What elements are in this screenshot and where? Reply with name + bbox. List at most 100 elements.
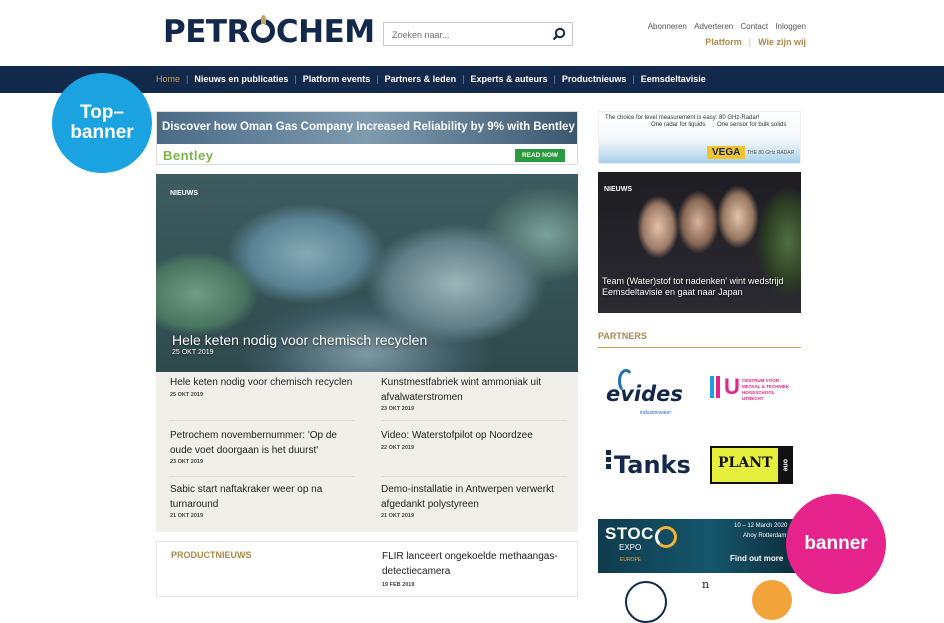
divider <box>381 476 566 477</box>
news-title[interactable]: Demo-installatie in Antwerpen verwerkt a… <box>381 483 566 512</box>
link-inloggen[interactable]: Inloggen <box>775 22 806 31</box>
hu-letter: U <box>724 374 740 399</box>
divider <box>381 420 566 421</box>
nav-eemsdeltavisie[interactable]: Eemsdeltavisie <box>641 74 706 84</box>
product-date: 19 FEB 2019 <box>382 582 415 588</box>
divider: | <box>376 74 379 84</box>
news-date: 22 OKT 2019 <box>381 444 415 451</box>
nav-experts[interactable]: Experts & auteurs <box>470 74 547 84</box>
site-logo[interactable]: PETR CHEM <box>163 14 375 50</box>
divider: | <box>294 74 297 84</box>
news-item[interactable]: Video: Waterstofpilot op Noordzee 22 OKT… <box>381 429 566 451</box>
side-news-article[interactable]: NIEUWS Team (Water)stof tot nadenken' wi… <box>598 172 801 313</box>
read-now-button[interactable]: READ NOW <box>515 149 565 162</box>
divider: | <box>632 74 635 84</box>
news-date: 23 OKT 2019 <box>381 406 415 412</box>
stoc-expo-ad[interactable]: STOC EXPO EUROPE 10 – 12 March 2020 Ahoy… <box>598 519 801 573</box>
nav-productnieuws[interactable]: Productnieuws <box>562 74 627 84</box>
vega-ad[interactable]: The choice for level measurement is easy… <box>598 111 801 164</box>
news-item[interactable]: Sabic start naftakraker weer op na turna… <box>170 483 355 519</box>
partner-logo-round[interactable] <box>625 581 667 623</box>
divider: | <box>186 74 189 84</box>
productnieuws-block: PRODUCTNIEUWS FLIR lanceert ongekoelde m… <box>156 541 578 597</box>
news-item[interactable]: Kunstmestfabriek wint ammoniak uit afval… <box>381 376 566 412</box>
news-date: 25 OKT 2019 <box>170 391 204 398</box>
top-banner-annotation: Top– banner <box>52 73 152 173</box>
side-news-tag: NIEUWS <box>604 186 632 193</box>
hero-article[interactable]: NIEUWS Hele keten nodig voor chemisch re… <box>156 174 578 372</box>
banner-headline: Discover how Oman Gas Company Increased … <box>162 121 577 133</box>
divider: | <box>462 74 465 84</box>
evides-sub: industriewater <box>640 410 672 416</box>
news-date: 21 OKT 2019 <box>381 513 415 519</box>
stoc-ring-icon <box>655 526 677 548</box>
divider: | <box>748 37 752 47</box>
stoc-region: EUROPE <box>620 557 642 563</box>
news-title[interactable]: Kunstmestfabriek wint ammoniak uit afval… <box>381 376 566 405</box>
nav-platform-events[interactable]: Platform events <box>303 74 371 84</box>
side-news-title[interactable]: Team (Water)stof tot nadenken' wint weds… <box>602 276 798 298</box>
hu-logo[interactable]: U CENTRUM VOOR METAAL & TECHNIEK HOGESCH… <box>710 372 800 420</box>
productnieuws-heading[interactable]: PRODUCTNIEUWS <box>171 550 252 560</box>
tanks-wordmark: Tanks <box>614 451 691 479</box>
news-grid: Hele keten nodig voor chemisch recyclen … <box>156 372 578 532</box>
vega-logo: VEGA <box>707 146 746 159</box>
stoc-dates: 10 – 12 March 2020 <box>734 523 788 529</box>
divider <box>170 420 355 421</box>
divider <box>598 347 801 348</box>
tanks-bars-icon <box>606 450 611 471</box>
news-date: 23 OKT 2019 <box>170 459 204 465</box>
vega-headline: The choice for level measurement is easy… <box>605 115 760 121</box>
hero-tag: NIEUWS <box>170 190 198 197</box>
stoc-venue: Ahoy Rotterdam <box>743 533 787 539</box>
link-abonneren[interactable]: Abonneren <box>648 22 687 31</box>
stoc-find-out-more[interactable]: Find out more <box>730 554 783 563</box>
plant-wordmark: PLANT <box>712 448 779 482</box>
partner-logo-orange[interactable] <box>752 580 792 620</box>
news-title[interactable]: Petrochem novembernummer: 'Op de oude vo… <box>170 429 355 458</box>
news-title[interactable]: Sabic start naftakraker weer op na turna… <box>170 483 355 512</box>
partner-logo-n[interactable]: n <box>702 578 709 591</box>
search-input[interactable] <box>390 23 544 47</box>
link-adverteren[interactable]: Adverteren <box>694 22 733 31</box>
product-title[interactable]: FLIR lanceert ongekoelde methaangas-dete… <box>382 550 567 579</box>
link-contact[interactable]: Contact <box>740 22 768 31</box>
hero-title[interactable]: Hele keten nodig voor chemisch recyclen <box>172 332 427 348</box>
stoc-name: STOC <box>605 524 654 543</box>
link-wie-zijn-wij[interactable]: Wie zijn wij <box>758 37 806 47</box>
link-platform[interactable]: Platform <box>705 37 742 47</box>
plant-one: one <box>778 448 792 482</box>
search-icon[interactable] <box>552 27 566 41</box>
banner-annotation: banner <box>786 494 886 594</box>
news-title[interactable]: Hele keten nodig voor chemisch recyclen <box>170 376 355 391</box>
logo-drop-icon <box>250 15 275 43</box>
main-nav: Home | Nieuws en publicaties | Platform even… <box>0 66 944 93</box>
news-title[interactable]: Video: Waterstofpilot op Noordzee <box>381 429 566 444</box>
top-banner-ad[interactable]: Discover how Oman Gas Company Increased … <box>156 111 578 165</box>
nav-nieuws[interactable]: Nieuws en publicaties <box>194 74 288 84</box>
evides-logo[interactable]: evides industriewater <box>604 368 684 420</box>
hero-date: 25 OKT 2019 <box>172 349 214 356</box>
nav-home[interactable]: Home <box>156 74 180 84</box>
bentley-logo: Bentley <box>163 148 214 163</box>
nav-partners[interactable]: Partners & leden <box>385 74 457 84</box>
divider: | <box>553 74 556 84</box>
hu-bars-icon <box>710 376 722 403</box>
evides-wordmark: evides <box>606 382 683 406</box>
partners-heading: PARTNERS <box>598 331 647 341</box>
news-date: 21 OKT 2019 <box>170 513 204 519</box>
vega-text-liquids: One radar for liquids <box>651 122 706 128</box>
vega-sub: THE 80 GHz RADAR <box>747 150 795 156</box>
divider <box>170 476 355 477</box>
top-links: Abonneren Adverteren Contact Inloggen <box>643 22 806 31</box>
news-item[interactable]: Hele keten nodig voor chemisch recyclen … <box>170 376 355 398</box>
search-box[interactable] <box>383 22 573 47</box>
tanks-logo[interactable]: Tanks <box>606 450 691 479</box>
plantone-logo[interactable]: PLANT one <box>710 446 794 484</box>
news-item[interactable]: Petrochem novembernummer: 'Op de oude vo… <box>170 429 355 465</box>
vega-text-solids: One sensor for bulk solids <box>717 122 787 128</box>
hu-text: CENTRUM VOOR METAAL & TECHNIEK HOGESCHOO… <box>742 378 790 401</box>
news-item[interactable]: Demo-installatie in Antwerpen verwerkt a… <box>381 483 566 519</box>
sub-links: Platform | Wie zijn wij <box>705 37 806 47</box>
stoc-expo: EXPO <box>619 543 642 552</box>
